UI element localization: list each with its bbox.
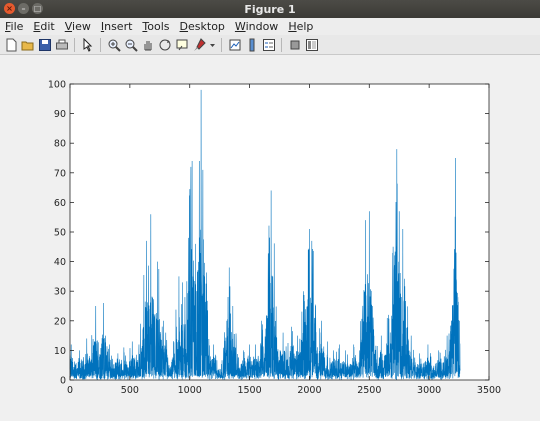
- y-tick-label: 80: [54, 139, 66, 150]
- save-icon[interactable]: [38, 38, 52, 52]
- new-figure-icon[interactable]: [4, 38, 18, 52]
- zoom-in-icon[interactable]: [107, 38, 121, 52]
- y-tick-label: 100: [48, 80, 66, 91]
- menu-bar: File Edit View Insert Tools Desktop Wind…: [0, 18, 540, 35]
- x-tick-label: 0: [67, 385, 73, 396]
- title-bar: × – □ Figure 1: [0, 0, 540, 18]
- y-tick-label: 20: [54, 316, 66, 327]
- x-tick-label: 2500: [357, 385, 381, 396]
- window-controls: × – □: [4, 3, 43, 14]
- open-file-icon[interactable]: [21, 38, 35, 52]
- dropdown-arrow-icon[interactable]: [209, 38, 216, 52]
- link-plot-icon[interactable]: [228, 38, 242, 52]
- toolbar-separator: [74, 37, 75, 52]
- y-tick-label: 70: [54, 168, 66, 179]
- y-tick-label: 30: [54, 287, 66, 298]
- y-tick-label: 10: [54, 346, 66, 357]
- menu-desktop[interactable]: Desktop: [175, 20, 230, 33]
- x-tick-label: 2000: [297, 385, 321, 396]
- y-tick-label: 60: [54, 198, 66, 209]
- figure-canvas: 0 500 1000 1500 2000 2500 3000 3500 0 10 20 30 40 50 6…: [0, 56, 540, 421]
- print-icon[interactable]: [55, 38, 69, 52]
- x-tick-label: 1500: [237, 385, 261, 396]
- y-tick-label: 40: [54, 257, 66, 268]
- menu-edit[interactable]: Edit: [28, 20, 59, 33]
- x-tick-label: 500: [121, 385, 139, 396]
- window-title: Figure 1: [244, 2, 296, 16]
- select-arrow-icon[interactable]: [81, 37, 95, 52]
- show-plot-tools-icon[interactable]: [305, 38, 319, 52]
- line-plot[interactable]: 0 500 1000 1500 2000 2500 3000 3500 0 10 20 30 40 50 6…: [0, 56, 540, 421]
- menu-tools[interactable]: Tools: [137, 20, 174, 33]
- data-cursor-icon[interactable]: [175, 38, 189, 52]
- zoom-out-icon[interactable]: [124, 38, 138, 52]
- x-tick-label: 3000: [417, 385, 441, 396]
- insert-legend-icon[interactable]: [262, 38, 276, 52]
- toolbar-separator: [221, 37, 222, 52]
- menu-file[interactable]: File: [0, 20, 28, 33]
- menu-insert[interactable]: Insert: [96, 20, 138, 33]
- rotate-3d-icon[interactable]: [158, 38, 172, 52]
- y-tick-label: 90: [54, 109, 66, 120]
- y-tick-label: 0: [60, 376, 66, 387]
- figure-window: × – □ Figure 1 File Edit View Insert Too…: [0, 0, 540, 421]
- x-tick-label: 3500: [477, 385, 501, 396]
- minimize-window-button[interactable]: –: [18, 3, 29, 14]
- maximize-window-button[interactable]: □: [32, 3, 43, 14]
- hide-plot-tools-icon[interactable]: [288, 38, 302, 52]
- insert-colorbar-icon[interactable]: [245, 38, 259, 52]
- x-tick-label: 1000: [178, 385, 202, 396]
- y-tick-label: 50: [54, 228, 66, 239]
- brush-icon[interactable]: [192, 37, 206, 52]
- close-window-button[interactable]: ×: [4, 3, 15, 14]
- menu-window[interactable]: Window: [230, 20, 283, 33]
- pan-hand-icon[interactable]: [141, 38, 155, 52]
- toolbar-separator: [281, 37, 282, 52]
- menu-view[interactable]: View: [60, 20, 96, 33]
- axes-background: [70, 84, 489, 380]
- menu-help[interactable]: Help: [283, 20, 318, 33]
- toolbar-separator: [100, 37, 101, 52]
- figure-toolbar: [0, 35, 540, 55]
